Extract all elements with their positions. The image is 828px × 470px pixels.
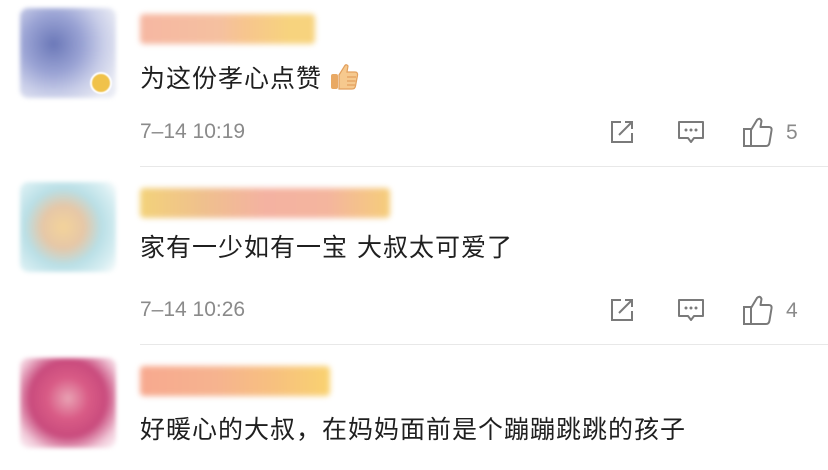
comment-item: 好暖心的大叔，在妈妈面前是个蹦蹦跳跳的孩子 xyxy=(0,346,828,470)
divider xyxy=(140,166,828,167)
share-icon[interactable] xyxy=(607,295,637,325)
comment-item: 为这份孝心点赞 7–14 10:19 5 xyxy=(0,0,828,168)
avatar[interactable] xyxy=(20,358,116,448)
thumbs-up-emoji-icon xyxy=(331,64,359,90)
comment-text-content: 为这份孝心点赞 xyxy=(140,64,323,93)
avatar[interactable] xyxy=(20,182,116,272)
share-icon[interactable] xyxy=(607,117,637,147)
timestamp: 7–14 10:19 xyxy=(140,120,246,143)
comment-icon[interactable] xyxy=(676,117,706,147)
thumbs-up-outline-icon[interactable] xyxy=(741,115,775,149)
comment-icon[interactable] xyxy=(676,295,706,325)
thumbs-up-outline-icon[interactable] xyxy=(741,293,775,327)
comment-text: 家有一少如有一宝 大叔太可爱了 xyxy=(140,233,513,262)
verified-badge-icon xyxy=(90,72,112,94)
username-redacted[interactable] xyxy=(140,366,330,396)
comment-text: 好暖心的大叔，在妈妈面前是个蹦蹦跳跳的孩子 xyxy=(140,415,687,444)
divider xyxy=(140,344,828,345)
like-count: 5 xyxy=(786,121,798,144)
username-redacted[interactable] xyxy=(140,14,315,44)
like-count: 4 xyxy=(786,299,798,322)
username-redacted[interactable] xyxy=(140,188,390,218)
comment-item: 家有一少如有一宝 大叔太可爱了 7–14 10:26 4 xyxy=(0,168,828,344)
timestamp: 7–14 10:26 xyxy=(140,298,246,321)
comment-text: 为这份孝心点赞 xyxy=(140,60,360,95)
